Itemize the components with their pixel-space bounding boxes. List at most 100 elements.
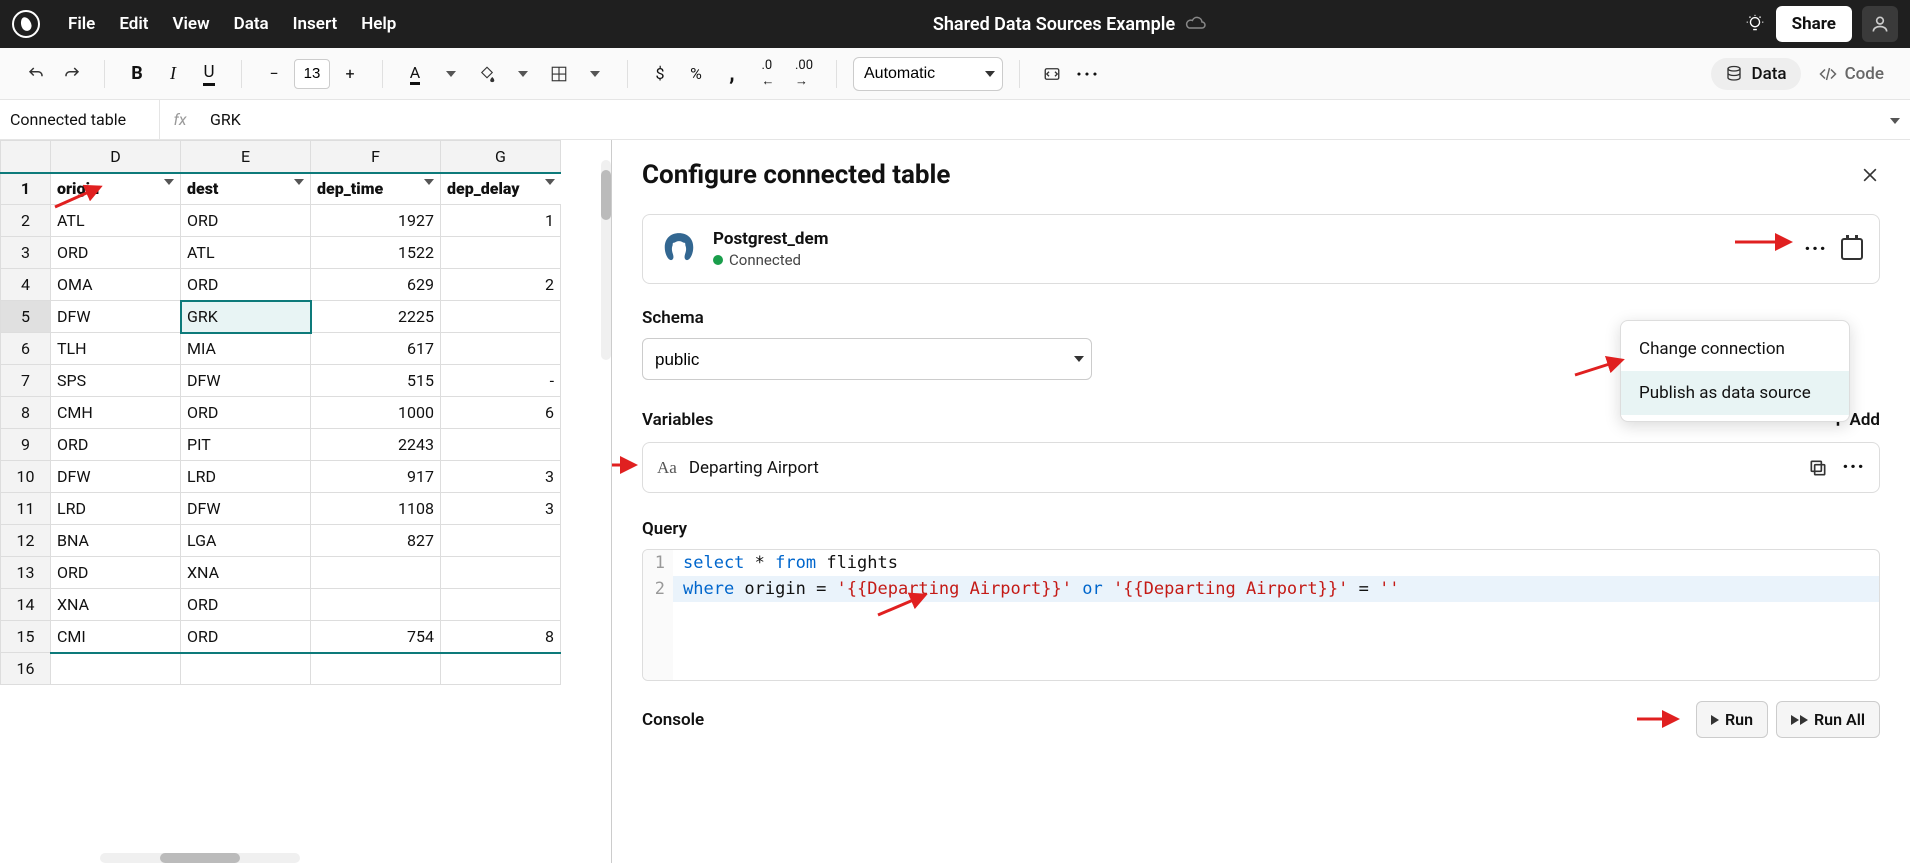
row-head[interactable]: 14 — [1, 589, 51, 621]
cell[interactable]: 617 — [311, 333, 441, 365]
cell[interactable]: LRD — [51, 493, 181, 525]
cell[interactable] — [311, 557, 441, 589]
cell[interactable]: ORD — [181, 397, 311, 429]
cell[interactable]: ORD — [51, 557, 181, 589]
underline-button[interactable]: U — [193, 58, 225, 90]
cell[interactable]: ATL — [51, 205, 181, 237]
cell[interactable]: 3 — [441, 461, 561, 493]
currency-button[interactable]: $ — [644, 58, 676, 90]
row-head[interactable]: 15 — [1, 621, 51, 653]
cell[interactable] — [441, 525, 561, 557]
cell[interactable]: 6 — [441, 397, 561, 429]
row-head[interactable]: 6 — [1, 333, 51, 365]
italic-button[interactable]: I — [157, 58, 189, 90]
row-head[interactable]: 4 — [1, 269, 51, 301]
row-head[interactable]: 13 — [1, 557, 51, 589]
cell[interactable]: LRD — [181, 461, 311, 493]
text-color-dropdown[interactable] — [435, 58, 467, 90]
row-head[interactable]: 12 — [1, 525, 51, 557]
cell[interactable] — [441, 557, 561, 589]
cell[interactable]: TLH — [51, 333, 181, 365]
expand-button[interactable] — [1036, 58, 1068, 90]
cell[interactable]: DFW — [51, 301, 181, 333]
cell[interactable]: XNA — [51, 589, 181, 621]
run-all-button[interactable]: Run All — [1776, 701, 1880, 738]
col-head-d[interactable]: D — [51, 141, 181, 173]
cell[interactable]: DFW — [181, 365, 311, 397]
row-head[interactable]: 5 — [1, 301, 51, 333]
doc-title[interactable]: Shared Data Sources Example — [933, 14, 1175, 35]
copy-variable-button[interactable] — [1808, 458, 1828, 478]
row-head[interactable]: 10 — [1, 461, 51, 493]
cell[interactable] — [441, 589, 561, 621]
cell[interactable]: 2 — [441, 269, 561, 301]
data-tab-pill[interactable]: Data — [1711, 58, 1800, 90]
code-line[interactable]: where origin = '{{Departing Airport}}' o… — [673, 576, 1400, 602]
cell[interactable]: 3 — [441, 493, 561, 525]
row-head[interactable]: 1 — [1, 173, 51, 205]
number-format-select[interactable]: Automatic — [853, 57, 1003, 91]
row-head[interactable]: 7 — [1, 365, 51, 397]
cell[interactable]: 917 — [311, 461, 441, 493]
query-editor[interactable]: 1select * from flights2where origin = '{… — [642, 549, 1880, 681]
cell[interactable]: 1108 — [311, 493, 441, 525]
schedule-icon[interactable] — [1841, 238, 1863, 260]
filter-icon[interactable] — [545, 179, 555, 185]
name-box[interactable]: Connected table — [0, 100, 160, 139]
font-size-decrease[interactable]: − — [258, 58, 290, 90]
cell[interactable] — [441, 237, 561, 269]
cell[interactable]: ORD — [181, 205, 311, 237]
column-header[interactable]: dep_time — [311, 173, 441, 205]
filter-icon[interactable] — [294, 179, 304, 185]
column-header[interactable]: dep_delay — [441, 173, 561, 205]
variable-menu-button[interactable]: ··· — [1842, 455, 1865, 480]
cell[interactable]: CMI — [51, 621, 181, 653]
menu-file[interactable]: File — [68, 14, 95, 34]
user-button[interactable] — [1862, 6, 1898, 42]
cell[interactable]: ORD — [181, 589, 311, 621]
cell[interactable]: 629 — [311, 269, 441, 301]
cell[interactable]: 1 — [441, 205, 561, 237]
variable-row[interactable]: Aa Departing Airport ··· — [642, 442, 1880, 493]
cell[interactable] — [311, 589, 441, 621]
fill-color-dropdown[interactable] — [507, 58, 539, 90]
cell[interactable]: XNA — [181, 557, 311, 589]
spreadsheet[interactable]: D E F G 1origindestdep_timedep_delay2ATL… — [0, 140, 612, 863]
col-head-f[interactable]: F — [311, 141, 441, 173]
publish-datasource-item[interactable]: Publish as data source — [1621, 371, 1849, 415]
col-head-g[interactable]: G — [441, 141, 561, 173]
menu-help[interactable]: Help — [361, 14, 396, 34]
code-line[interactable]: select * from flights — [673, 550, 898, 576]
schema-select[interactable]: public — [642, 338, 1092, 380]
cell[interactable]: SPS — [51, 365, 181, 397]
cell[interactable]: 754 — [311, 621, 441, 653]
increase-decimal-button[interactable]: .00→ — [788, 58, 820, 90]
menu-insert[interactable]: Insert — [293, 14, 338, 34]
redo-button[interactable] — [56, 58, 88, 90]
bold-button[interactable]: B — [121, 58, 153, 90]
run-button[interactable]: Run — [1696, 701, 1768, 738]
cell[interactable]: OMA — [51, 269, 181, 301]
cell[interactable]: ATL — [181, 237, 311, 269]
text-color-button[interactable]: A — [399, 58, 431, 90]
font-size-increase[interactable]: + — [334, 58, 366, 90]
cell[interactable]: PIT — [181, 429, 311, 461]
share-button[interactable]: Share — [1776, 6, 1852, 42]
close-button[interactable] — [1860, 165, 1880, 185]
row-head[interactable]: 9 — [1, 429, 51, 461]
cell[interactable]: ORD — [181, 269, 311, 301]
filter-icon[interactable] — [424, 179, 434, 185]
cell[interactable]: 515 — [311, 365, 441, 397]
cell[interactable] — [441, 653, 561, 685]
cell[interactable]: 2243 — [311, 429, 441, 461]
cell[interactable]: ORD — [51, 429, 181, 461]
cell[interactable]: ORD — [51, 237, 181, 269]
cell[interactable]: LGA — [181, 525, 311, 557]
row-head[interactable]: 2 — [1, 205, 51, 237]
undo-button[interactable] — [20, 58, 52, 90]
horizontal-scrollbar[interactable] — [100, 853, 300, 863]
cell[interactable]: CMH — [51, 397, 181, 429]
percent-button[interactable]: % — [680, 58, 712, 90]
vertical-scrollbar[interactable] — [601, 160, 611, 360]
cell[interactable]: 1000 — [311, 397, 441, 429]
